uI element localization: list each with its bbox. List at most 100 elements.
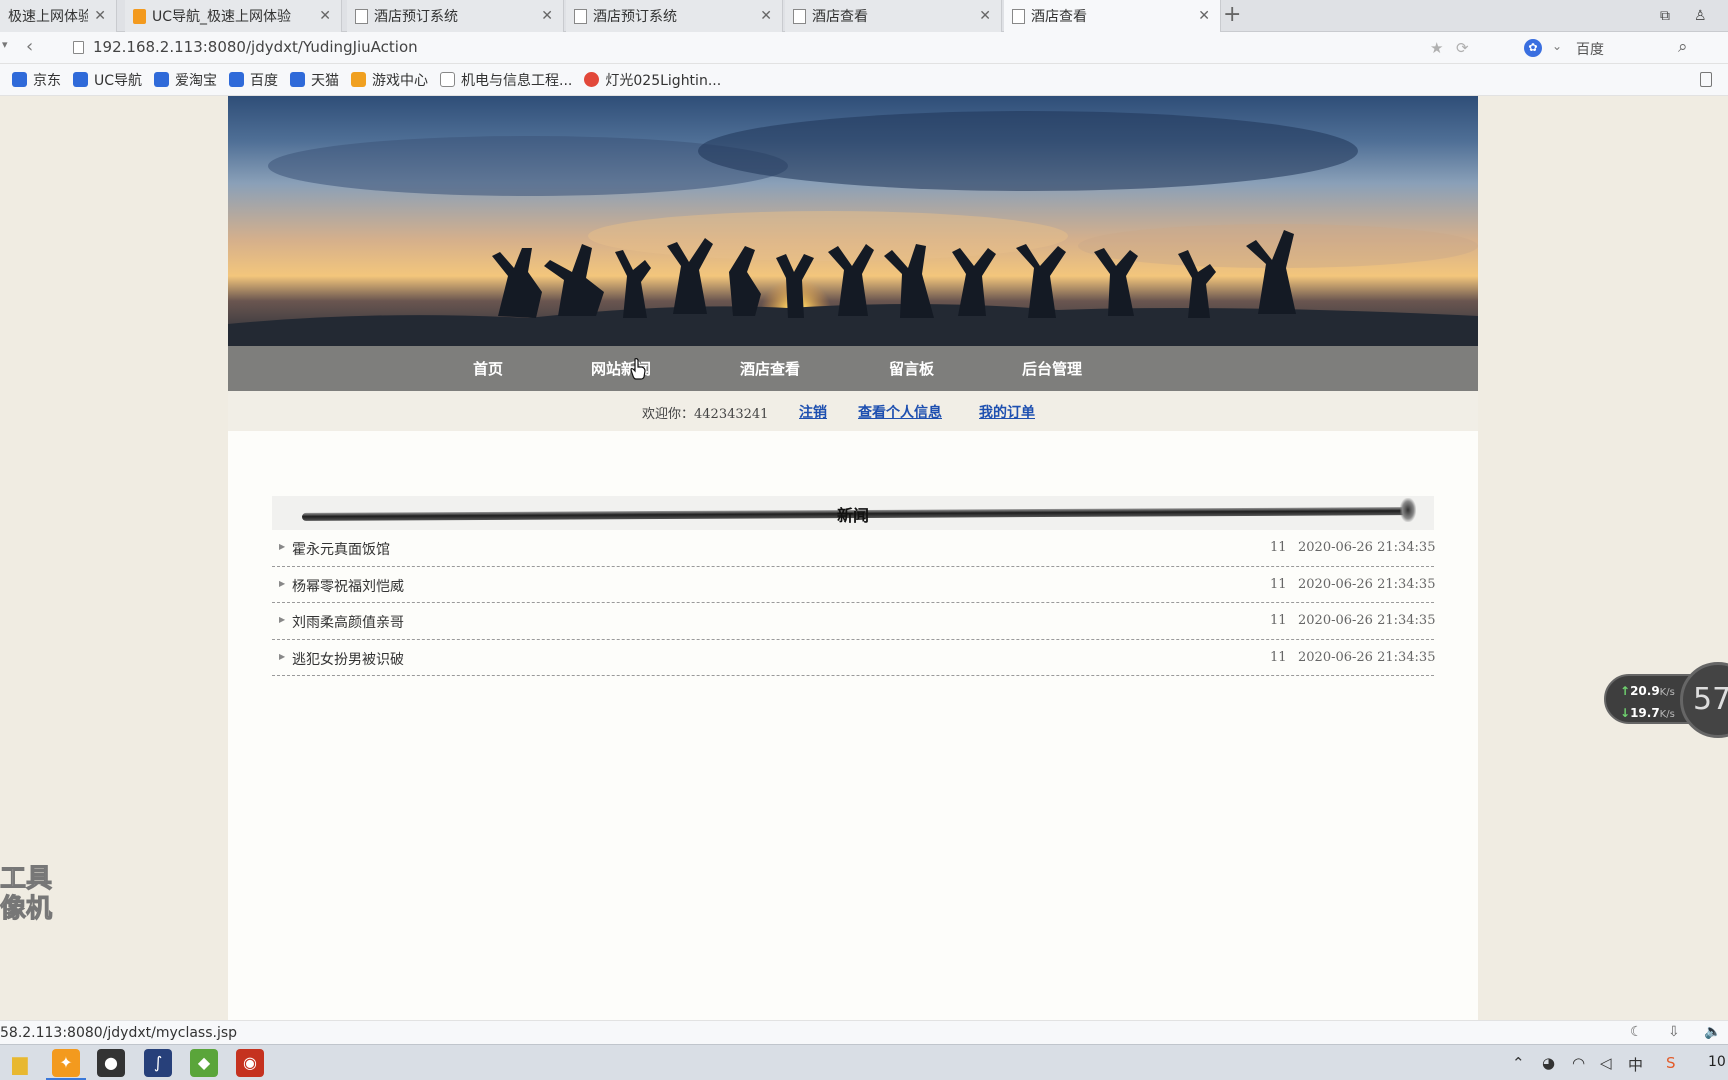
page-icon <box>793 8 806 24</box>
bookmark-label: 机电与信息工程... <box>461 72 573 89</box>
news-item[interactable]: ▶ 霍永元真面饭馆 11 2020-06-26 21:34:35 <box>272 530 1436 567</box>
ime-tray-icon[interactable]: 中 <box>1628 1054 1643 1075</box>
browser-tab-strip: 极速上网体验 ✕ UC导航_极速上网体验 ✕ 酒店预订系统 ✕ 酒店预订系统 ✕… <box>0 0 1728 32</box>
clock[interactable]: 10 <box>1708 1054 1726 1070</box>
bookmark-label: UC导航 <box>94 72 143 89</box>
recorder-app-icon[interactable]: ◉ <box>236 1049 264 1077</box>
browser-tab[interactable]: 酒店查看 ✕ <box>785 0 1002 32</box>
nav-home[interactable]: 首页 <box>473 358 503 379</box>
ide-app-icon[interactable]: ∫ <box>144 1049 172 1077</box>
close-icon[interactable]: ✕ <box>94 8 106 24</box>
address-bar: ▾ ‹ 192.168.2.113:8080/jdydxt/YudingJiuA… <box>0 32 1728 64</box>
hand-pointer-icon <box>630 358 646 380</box>
tray-expand-icon[interactable]: ⌃ <box>1512 1054 1525 1072</box>
uc-favicon-icon <box>133 8 146 24</box>
download-arrow-icon: ↓ <box>1620 706 1631 720</box>
site-container: 首页 网站新闻 酒店查看 留言板 后台管理 欢迎你：442343241 注销 查… <box>228 96 1478 1020</box>
close-icon[interactable]: ✕ <box>979 8 991 24</box>
chevron-down-icon[interactable]: ⌄ <box>1552 39 1562 53</box>
night-mode-icon[interactable]: ☾ <box>1630 1024 1643 1040</box>
profile-link[interactable]: 查看个人信息 <box>858 402 942 422</box>
download-icon[interactable]: ⇩ <box>1668 1024 1680 1040</box>
browser-tab[interactable]: 极速上网体验 ✕ <box>0 0 117 32</box>
shirt-skin-icon[interactable]: ♙ <box>1694 8 1707 24</box>
panda-app-icon[interactable]: ● <box>97 1049 125 1077</box>
dropdown-icon[interactable]: ▾ <box>2 38 8 51</box>
news-item[interactable]: ▶ 刘雨柔高颜值亲哥 11 2020-06-26 21:34:35 <box>272 603 1435 640</box>
close-icon[interactable]: ✕ <box>760 8 772 24</box>
bullet-icon: ▶ <box>279 651 286 661</box>
news-item-count: 11 <box>1270 576 1287 592</box>
file-explorer-icon[interactable]: ▆ <box>6 1049 34 1077</box>
bookmark-label: 灯光025Lightin... <box>605 72 722 89</box>
watermark-line: 工具 <box>0 864 53 895</box>
bookmark-item[interactable]: 百度 <box>229 70 278 90</box>
star-icon[interactable]: ★ <box>1430 39 1443 57</box>
search-input[interactable]: 百度 <box>1576 39 1604 59</box>
user-bar: 欢迎你：442343241 注销 查看个人信息 我的订单 <box>228 391 1478 431</box>
news-item-title[interactable]: 逃犯女扮男被识破 <box>292 649 404 669</box>
close-icon[interactable]: ✕ <box>541 8 553 24</box>
refresh-icon[interactable]: ⟳ <box>1456 39 1469 57</box>
qq-tray-icon[interactable]: ◕ <box>1542 1054 1555 1072</box>
network-speed-widget[interactable]: ↑20.9K/s ↓19.7K/s 57 <box>1604 662 1728 738</box>
page-icon <box>574 8 587 24</box>
new-tab-icon[interactable]: + <box>1223 2 1241 27</box>
baidu-paw-icon[interactable]: ✿ <box>1524 39 1542 57</box>
bookmark-icon <box>12 72 27 87</box>
nav-admin[interactable]: 后台管理 <box>1022 358 1082 379</box>
wifi-tray-icon[interactable]: ◠ <box>1572 1054 1585 1072</box>
news-item-date: 2020-06-26 21:34:35 <box>1298 540 1436 555</box>
news-item[interactable]: ▶ 逃犯女扮男被识破 11 2020-06-26 21:34:35 <box>272 640 1435 676</box>
logout-link[interactable]: 注销 <box>799 402 827 422</box>
bookmark-icon <box>440 72 456 87</box>
green-app-icon[interactable]: ◆ <box>190 1049 218 1077</box>
news-item[interactable]: ▶ 杨幂零祝福刘恺威 11 2020-06-26 21:34:35 <box>272 567 1436 603</box>
bookmark-item[interactable]: UC导航 <box>73 70 142 90</box>
browser-tab-active[interactable]: 酒店查看 ✕ <box>1004 0 1221 32</box>
bookmark-label: 京东 <box>33 72 61 89</box>
news-item-title[interactable]: 刘雨柔高颜值亲哥 <box>292 612 404 632</box>
nav-hotels[interactable]: 酒店查看 <box>740 358 800 379</box>
bookmark-item[interactable]: 京东 <box>12 70 61 90</box>
back-icon[interactable]: ‹ <box>26 36 33 57</box>
volume-tray-icon[interactable]: ◁ <box>1600 1054 1612 1072</box>
nav-guestbook[interactable]: 留言板 <box>889 358 934 379</box>
url-input[interactable]: 192.168.2.113:8080/jdydxt/YudingJiuActio… <box>93 38 418 56</box>
watermark-line: 像机 <box>0 894 53 925</box>
browser-tab[interactable]: 酒店预订系统 ✕ <box>566 0 783 32</box>
bookmark-icon <box>73 72 88 87</box>
news-item-title[interactable]: 杨幂零祝福刘恺威 <box>292 576 404 596</box>
bookmark-item[interactable]: 爱淘宝 <box>154 70 217 90</box>
bullet-icon: ▶ <box>279 542 286 551</box>
bookmark-label: 百度 <box>250 72 279 89</box>
volume-icon[interactable]: 🔈 <box>1704 1024 1721 1040</box>
close-icon[interactable]: ✕ <box>319 8 331 24</box>
bookmark-item[interactable]: 灯光025Lightin... <box>584 70 721 90</box>
tab-title: 酒店预订系统 <box>593 9 677 25</box>
sogou-tray-icon[interactable]: S <box>1666 1054 1676 1072</box>
bookmark-item[interactable]: 机电与信息工程... <box>440 70 572 90</box>
page-icon <box>355 8 368 24</box>
bookmark-item[interactable]: 游戏中心 <box>351 70 428 90</box>
recorder-watermark: 工具 像机 <box>0 864 53 925</box>
upload-arrow-icon: ↑ <box>1620 684 1631 698</box>
news-item-date: 2020-06-26 21:34:35 <box>1298 576 1436 592</box>
browser-tab[interactable]: 酒店预订系统 ✕ <box>347 0 564 32</box>
search-icon[interactable]: ⌕ <box>1678 37 1688 57</box>
my-orders-link[interactable]: 我的订单 <box>979 402 1035 422</box>
bookmark-item[interactable]: 天猫 <box>290 70 339 90</box>
mobile-icon[interactable] <box>1700 72 1712 87</box>
close-icon[interactable]: ✕ <box>1198 8 1210 24</box>
uc-browser-icon[interactable]: ✦ <box>46 1049 86 1080</box>
news-item-title[interactable]: 霍永元真面饭馆 <box>292 539 390 559</box>
upload-speed: ↑20.9K/s <box>1620 684 1675 698</box>
bookmark-icon <box>154 72 170 87</box>
browser-tab[interactable]: UC导航_极速上网体验 ✕ <box>125 0 342 32</box>
speed-unit: K/s <box>1659 687 1675 698</box>
restore-window-icon[interactable]: ⧉ <box>1660 8 1670 24</box>
download-speed: ↓19.7K/s <box>1620 706 1675 720</box>
tab-title: 酒店预订系统 <box>374 9 458 25</box>
bullet-icon: ▶ <box>279 578 286 588</box>
browser-status-bar: 58.2.113:8080/jdydxt/myclass.jsp ☾ ⇩ 🔈 <box>0 1020 1728 1044</box>
